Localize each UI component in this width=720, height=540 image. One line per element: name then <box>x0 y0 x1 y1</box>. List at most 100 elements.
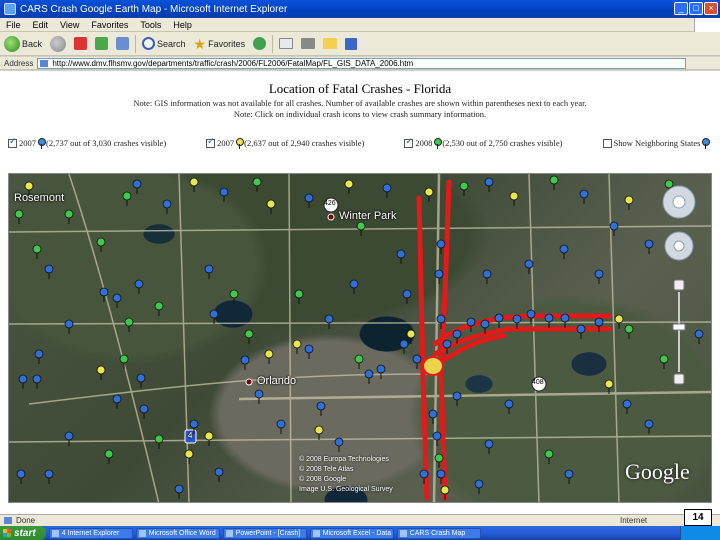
crash-pin-blue <box>482 269 492 284</box>
back-label: Back <box>22 38 43 49</box>
menu-edit[interactable]: Edit <box>27 20 55 30</box>
favorites-button[interactable]: ★ Favorites <box>190 34 250 54</box>
crash-pin-green <box>122 191 132 206</box>
maximize-button[interactable]: □ <box>689 2 703 15</box>
address-bar: Address http://www.dmv.flhsmv.gov/depart… <box>0 57 720 70</box>
mail-button[interactable] <box>275 34 297 54</box>
page-content: Location of Fatal Crashes - Florida Note… <box>0 71 720 514</box>
window-title: CARS Crash Google Earth Map - Microsoft … <box>20 3 288 15</box>
crash-pin-blue <box>324 314 334 329</box>
crash-pin-green <box>104 449 114 464</box>
crash-pin-yellow <box>204 431 214 446</box>
crash-pin-yellow <box>424 187 434 202</box>
filter-detail: (2,530 out of 2,750 crashes visible) <box>442 138 563 148</box>
crash-pin-blue <box>304 344 314 359</box>
crash-pin-blue <box>64 319 74 334</box>
crash-pin-blue <box>34 349 44 364</box>
crash-pin-blue <box>44 264 54 279</box>
refresh-button[interactable] <box>91 34 112 54</box>
address-label: Address <box>4 58 34 68</box>
taskbar-item[interactable]: 4 Internet Explorer <box>48 527 133 539</box>
minimize-button[interactable]: _ <box>674 2 688 15</box>
close-button[interactable]: × <box>704 2 718 15</box>
toolbar-separator <box>272 34 274 53</box>
copyright-line: © 2008 Europa Technologies <box>299 456 389 463</box>
star-icon: ★ <box>193 35 207 52</box>
crash-pin-green <box>154 301 164 316</box>
system-tray <box>680 526 720 540</box>
crash-pins <box>14 175 704 500</box>
print-button[interactable] <box>297 34 319 54</box>
satellite-map[interactable]: Rosemont Winter Park Orlando 426 408 4 ©… <box>8 173 712 503</box>
blue-pin-icon <box>38 137 46 149</box>
menu-tools[interactable]: Tools <box>134 20 167 30</box>
edit-button[interactable] <box>319 34 341 54</box>
start-button[interactable]: start <box>0 526 46 540</box>
crash-pin-blue <box>174 484 184 499</box>
taskbar: start 4 Internet Explorer Microsoft Offi… <box>0 526 720 540</box>
checkbox[interactable] <box>404 136 414 148</box>
filter-detail: (2,637 out of 2,940 crashes visible) <box>244 138 365 148</box>
crash-pin-blue <box>644 419 654 434</box>
screen: CARS Crash Google Earth Map - Microsoft … <box>0 0 720 540</box>
crash-pin-green <box>244 329 254 344</box>
refresh-icon <box>95 37 109 50</box>
checkbox[interactable] <box>8 136 17 148</box>
checkbox[interactable] <box>206 136 216 148</box>
crash-pin-green <box>124 317 134 332</box>
crash-pin-blue <box>16 469 26 484</box>
discuss-button[interactable] <box>341 34 361 54</box>
crash-pin-green <box>624 324 634 339</box>
crash-pin-blue <box>594 269 604 284</box>
crash-pin-blue <box>694 329 704 344</box>
title-bar: CARS Crash Google Earth Map - Microsoft … <box>0 0 720 18</box>
checkbox[interactable] <box>602 138 612 148</box>
crash-pin-green <box>544 449 554 464</box>
crash-pin-yellow <box>624 195 634 210</box>
menu-file[interactable]: File <box>0 20 27 30</box>
menu-favorites[interactable]: Favorites <box>85 20 134 30</box>
crash-pin-yellow <box>184 449 194 464</box>
crash-pin-green <box>154 434 164 449</box>
crash-pin-blue <box>466 317 476 332</box>
crash-pin-blue <box>64 431 74 446</box>
menu-help[interactable]: Help <box>167 20 198 30</box>
favorites-label: Favorites <box>208 38 246 49</box>
filter-neighboring-states[interactable]: Show Neighboring States <box>602 137 711 149</box>
copyright-line: Image U.S. Geological Survey <box>299 486 393 493</box>
city-dot-orlando <box>245 378 253 386</box>
research-icon <box>345 37 358 50</box>
menu-view[interactable]: View <box>54 20 85 30</box>
crash-pin-blue <box>544 313 554 328</box>
search-button[interactable]: Search <box>138 34 190 54</box>
taskbar-item[interactable]: Microsoft Excel - Data <box>309 527 394 539</box>
crash-pin-blue <box>162 199 172 214</box>
filter-year-1[interactable]: 2007 (2,737 out of 3,030 crashes visible… <box>8 136 166 149</box>
label-rosemont: Rosemont <box>14 192 65 204</box>
taskbar-item[interactable]: Microsoft Office Word <box>135 527 220 539</box>
crash-pin-blue <box>304 193 314 208</box>
history-button[interactable] <box>249 34 270 54</box>
filter-label: 2008 <box>415 138 433 148</box>
address-input[interactable]: http://www.dmv.flhsmv.gov/departments/tr… <box>37 57 686 69</box>
crash-pin-yellow <box>614 314 624 329</box>
crash-pin-yellow <box>266 199 276 214</box>
filter-year-2[interactable]: 2007 (2,637 out of 2,940 crashes visible… <box>206 136 365 149</box>
taskbar-item[interactable]: CARS Crash Map <box>396 527 481 539</box>
taskbar-item[interactable]: PowerPoint - [Crash] <box>222 527 307 539</box>
home-button[interactable] <box>112 34 133 54</box>
filter-label: Show Neighboring States <box>613 138 701 148</box>
shield-i4: 4 <box>188 431 193 440</box>
forward-button[interactable] <box>46 34 70 54</box>
crash-pin-blue <box>564 469 574 484</box>
crash-pin-green <box>549 175 559 190</box>
back-button[interactable]: Back <box>0 34 46 54</box>
crash-pin-green <box>32 244 42 259</box>
crash-pin-green <box>229 289 239 304</box>
year-filters: 2007 (2,737 out of 3,030 crashes visible… <box>8 136 712 150</box>
stop-button[interactable] <box>70 34 91 54</box>
crash-pin-green <box>64 209 74 224</box>
filter-year-3[interactable]: 2008 (2,530 out of 2,750 crashes visible… <box>404 136 563 149</box>
folder-icon <box>323 38 338 49</box>
crash-pin-green <box>96 237 106 252</box>
